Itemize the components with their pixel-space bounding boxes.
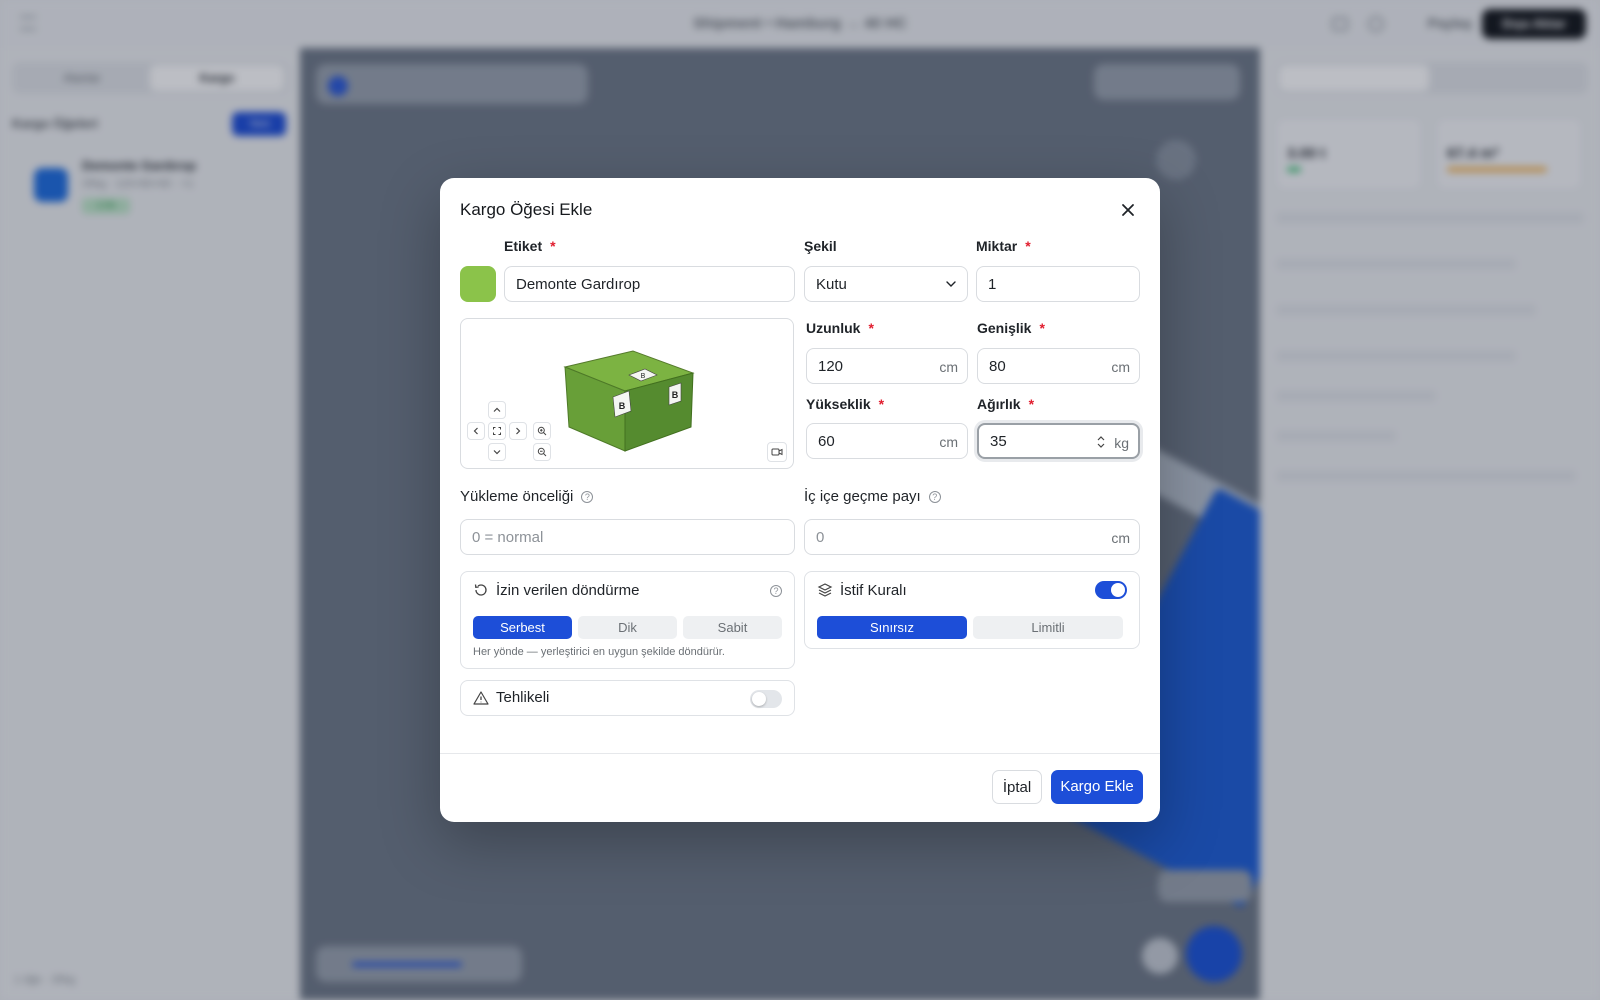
width-unit: cm: [1111, 359, 1130, 375]
quantity-field-label: Miktar *: [976, 238, 1031, 254]
rotate-icon: [474, 584, 487, 596]
priority-input[interactable]: [461, 520, 794, 554]
height-field-label: Yükseklik *: [806, 396, 885, 412]
hazardous-title: Tehlikeli: [496, 689, 550, 706]
color-swatch[interactable]: [460, 266, 496, 302]
shape-select-value: Kutu: [816, 276, 847, 293]
rotation-hint: Her yönde — yerleştirici en uygun şekild…: [473, 646, 725, 658]
box-3d-preview: B B B: [563, 350, 695, 452]
shape-field-label: Şekil: [804, 238, 837, 254]
weight-unit: kg: [1114, 435, 1129, 451]
weight-field[interactable]: kg: [977, 423, 1140, 459]
width-field[interactable]: cm: [977, 348, 1140, 384]
nesting-field-label: İç içe geçme payı?: [804, 488, 941, 505]
close-icon[interactable]: [1116, 198, 1140, 222]
nesting-input[interactable]: [805, 520, 1139, 554]
help-icon[interactable]: ?: [581, 491, 594, 503]
box-label-top: B: [641, 373, 646, 380]
pan-left-icon[interactable]: [467, 422, 485, 440]
hazardous-panel: Tehlikeli: [460, 680, 795, 716]
width-field-label: Genişlik *: [977, 320, 1045, 336]
layers-icon: [817, 583, 833, 597]
length-unit: cm: [939, 359, 958, 375]
label-input[interactable]: [505, 267, 794, 301]
label-field[interactable]: [504, 266, 795, 302]
add-cargo-button[interactable]: Kargo Ekle: [1051, 770, 1143, 804]
pan-right-icon[interactable]: [509, 422, 527, 440]
rotation-title: İzin verilen döndürme: [496, 582, 640, 599]
footer-divider: [440, 753, 1160, 754]
rotation-option-upright[interactable]: Dik: [578, 616, 677, 639]
box-label-side: B: [672, 390, 679, 400]
camera-icon[interactable]: [767, 442, 787, 462]
height-field[interactable]: cm: [806, 423, 968, 459]
stacking-toggle[interactable]: [1095, 581, 1127, 599]
weight-field-label: Ağırlık *: [977, 396, 1035, 412]
rotation-option-free[interactable]: Serbest: [473, 616, 572, 639]
stacking-title: İstif Kuralı: [840, 582, 907, 599]
hazardous-toggle[interactable]: [750, 690, 782, 708]
quantity-input[interactable]: [977, 267, 1139, 301]
rotation-panel: İzin verilen döndürme ? Serbest Dik Sabi…: [460, 571, 795, 669]
warning-icon: [473, 691, 489, 705]
shape-preview[interactable]: B B B: [460, 318, 794, 469]
shape-select[interactable]: Kutu: [804, 266, 968, 302]
fit-view-icon[interactable]: [488, 422, 506, 440]
priority-field-label: Yükleme önceliği?: [460, 488, 594, 505]
nesting-unit: cm: [1111, 530, 1130, 546]
modal-title: Kargo Öğesi Ekle: [460, 200, 593, 219]
stepper-icon[interactable]: [1096, 435, 1106, 449]
pan-up-icon[interactable]: [488, 401, 506, 419]
stacking-option-unlimited[interactable]: Sınırsız: [817, 616, 967, 639]
height-unit: cm: [939, 434, 958, 450]
zoom-out-icon[interactable]: [533, 443, 551, 461]
label-field-label: Etiket *: [504, 238, 556, 254]
chevron-down-icon: [946, 281, 956, 287]
length-field-label: Uzunluk *: [806, 320, 874, 336]
quantity-field[interactable]: [976, 266, 1140, 302]
pan-down-icon[interactable]: [488, 443, 506, 461]
zoom-in-icon[interactable]: [533, 422, 551, 440]
help-icon[interactable]: ?: [928, 491, 941, 503]
cancel-button[interactable]: İptal: [992, 770, 1042, 804]
box-label-front: B: [619, 401, 626, 411]
rotation-option-fixed[interactable]: Sabit: [683, 616, 782, 639]
stacking-option-limited[interactable]: Limitli: [973, 616, 1123, 639]
stacking-panel: İstif Kuralı Sınırsız Limitli: [804, 571, 1140, 649]
priority-field[interactable]: [460, 519, 795, 555]
nesting-field[interactable]: cm: [804, 519, 1140, 555]
help-icon[interactable]: ?: [770, 585, 782, 597]
length-field[interactable]: cm: [806, 348, 968, 384]
add-cargo-modal: Kargo Öğesi Ekle Etiket* Şekil Miktar* K…: [440, 178, 1160, 822]
